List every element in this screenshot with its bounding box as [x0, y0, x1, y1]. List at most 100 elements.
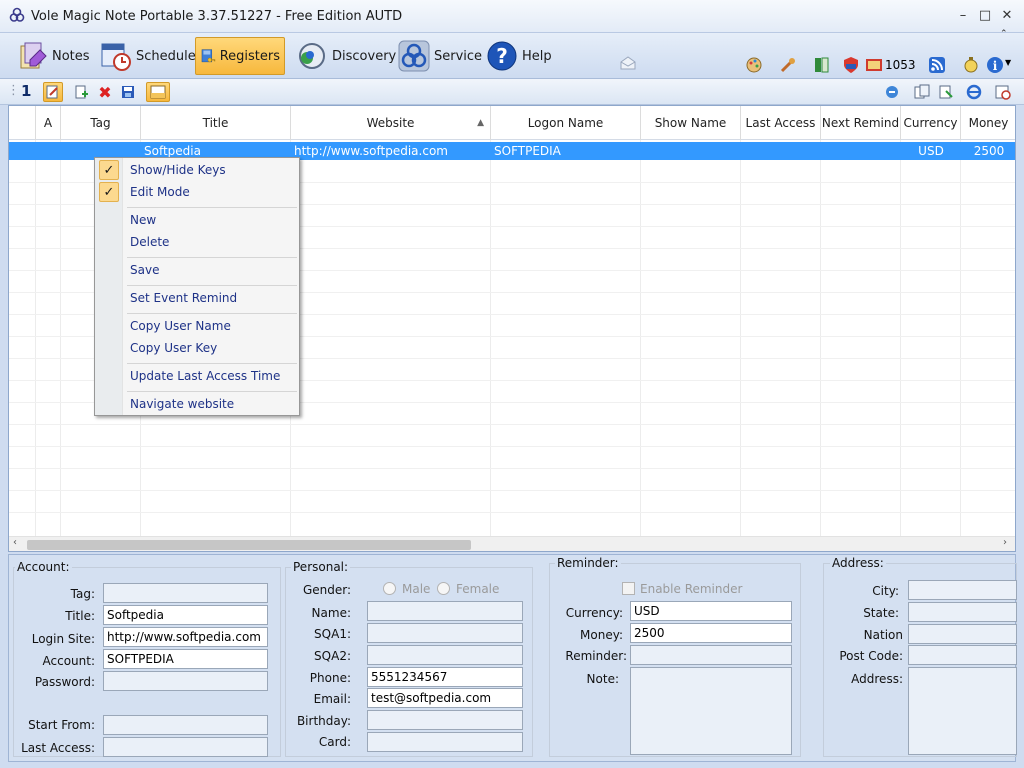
- column-header-show-name[interactable]: Show Name: [641, 106, 741, 140]
- address-label: Address:: [851, 672, 903, 686]
- close-button[interactable]: ✕: [996, 6, 1018, 26]
- sqa1-field[interactable]: [367, 623, 523, 643]
- scrollbar-thumb[interactable]: [27, 540, 471, 550]
- menu-separator: [127, 207, 297, 208]
- post-code-field[interactable]: [908, 645, 1017, 665]
- note-field[interactable]: [630, 667, 792, 755]
- sync-button[interactable]: [882, 82, 902, 102]
- column-header-a[interactable]: A: [36, 106, 61, 140]
- scroll-right-icon[interactable]: ›: [1003, 537, 1007, 548]
- svg-text:i: i: [993, 59, 998, 73]
- column-header-currency[interactable]: Currency: [901, 106, 961, 140]
- discovery-button[interactable]: Discovery: [292, 37, 400, 75]
- name-field[interactable]: [367, 601, 523, 621]
- calendar-clock-button[interactable]: [993, 82, 1013, 102]
- birthday-field[interactable]: [367, 710, 523, 730]
- menu-item-copy-user-key[interactable]: Copy User Key: [130, 338, 217, 358]
- menu-item-set-event-remind[interactable]: Set Event Remind: [130, 288, 237, 308]
- count-label: 1053: [885, 58, 916, 72]
- view-toggle-button[interactable]: [146, 82, 170, 102]
- schedule-button[interactable]: Schedule: [96, 37, 200, 75]
- account-field[interactable]: SOFTPEDIA: [103, 649, 268, 669]
- column-header-tag[interactable]: Tag: [61, 106, 141, 140]
- help-button[interactable]: ? Help: [482, 37, 556, 75]
- maximize-button[interactable]: □: [974, 6, 996, 26]
- column-header-logon-name[interactable]: Logon Name: [491, 106, 641, 140]
- delete-button[interactable]: ✖: [95, 82, 115, 102]
- palette-icon[interactable]: [745, 56, 763, 74]
- menu-separator: [127, 363, 297, 364]
- menu-item-show-hide-keys[interactable]: Show/Hide Keys: [130, 160, 226, 180]
- minimize-button[interactable]: –: [952, 6, 974, 26]
- copy-button[interactable]: [912, 82, 932, 102]
- notes-button[interactable]: Notes: [12, 37, 94, 75]
- card-field[interactable]: [367, 732, 523, 752]
- registers-button[interactable]: Registers: [195, 37, 285, 75]
- last-access-field[interactable]: [103, 737, 268, 757]
- paste-button[interactable]: [936, 82, 956, 102]
- enable-reminder-checkbox[interactable]: [622, 582, 635, 595]
- phone-field[interactable]: 5551234567: [367, 667, 523, 687]
- scroll-left-icon[interactable]: ‹: [13, 537, 17, 548]
- sqa2-field[interactable]: [367, 645, 523, 665]
- menu-separator: [127, 391, 297, 392]
- menu-item-copy-user-name[interactable]: Copy User Name: [130, 316, 231, 336]
- email-field[interactable]: test@softpedia.com: [367, 688, 523, 708]
- state-field[interactable]: [908, 602, 1017, 622]
- title-bar: Vole Magic Note Portable 3.37.51227 - Fr…: [0, 0, 1024, 33]
- book-icon[interactable]: [813, 56, 831, 74]
- column-header-money[interactable]: Money: [961, 106, 1015, 140]
- login-site-field[interactable]: http://www.softpedia.com: [103, 627, 268, 647]
- shield-64-icon[interactable]: [842, 56, 860, 74]
- info-icon[interactable]: i: [986, 56, 1004, 74]
- service-button[interactable]: Service: [394, 37, 486, 75]
- grid-line: [35, 140, 36, 536]
- menu-item-save[interactable]: Save: [130, 260, 159, 280]
- menu-separator: [127, 285, 297, 286]
- browser-button[interactable]: [964, 82, 984, 102]
- column-header-last-access[interactable]: Last Access: [741, 106, 821, 140]
- email-label: Email:: [313, 692, 351, 706]
- column-header-title[interactable]: Title: [141, 106, 291, 140]
- save-icon: [122, 86, 134, 98]
- tools-icon[interactable]: [779, 56, 797, 74]
- menu-item-update-last-access-time[interactable]: Update Last Access Time: [130, 366, 280, 386]
- notes-icon: [20, 42, 47, 69]
- menu-item-navigate-website[interactable]: Navigate website: [130, 394, 234, 414]
- cell-currency: USD: [918, 144, 944, 158]
- sqa1-label: SQA1:: [314, 627, 351, 641]
- start-from-field[interactable]: [103, 715, 268, 735]
- currency-label: Currency:: [565, 606, 623, 620]
- male-radio[interactable]: [383, 582, 396, 595]
- edit-mode-button[interactable]: [43, 82, 63, 102]
- mail-icon[interactable]: [619, 55, 637, 71]
- column-header-next-remind[interactable]: Next Remind: [821, 106, 901, 140]
- menu-item-delete[interactable]: Delete: [130, 232, 169, 252]
- name-label: Name:: [311, 606, 351, 620]
- copy-icon: [914, 84, 930, 99]
- city-field[interactable]: [908, 580, 1017, 600]
- save-button[interactable]: [118, 82, 138, 102]
- calendar-clock-icon: [995, 85, 1011, 100]
- money-field[interactable]: 2500: [630, 623, 792, 643]
- column-header-website[interactable]: Website ▲: [291, 106, 491, 140]
- reminder-field[interactable]: [630, 645, 792, 665]
- rss-icon[interactable]: [928, 56, 946, 74]
- counter-icon[interactable]: [865, 56, 883, 74]
- info-dropdown-icon[interactable]: ▼: [1005, 58, 1011, 67]
- currency-field[interactable]: USD: [630, 601, 792, 621]
- nation-field[interactable]: [908, 624, 1017, 644]
- address-field[interactable]: [908, 667, 1017, 755]
- horizontal-scrollbar[interactable]: ‹ ›: [9, 536, 1015, 551]
- svg-text:?: ?: [496, 44, 508, 68]
- password-field[interactable]: [103, 671, 268, 691]
- tag-field[interactable]: [103, 583, 268, 603]
- title-field[interactable]: Softpedia: [103, 605, 268, 625]
- ribbon-collapse-icon[interactable]: ⌃: [1000, 29, 1008, 39]
- reminder-label: Reminder:: [565, 649, 627, 663]
- menu-item-new[interactable]: New: [130, 210, 156, 230]
- timer-icon[interactable]: [962, 56, 980, 74]
- female-radio[interactable]: [437, 582, 450, 595]
- new-record-button[interactable]: [72, 82, 92, 102]
- menu-item-edit-mode[interactable]: Edit Mode: [130, 182, 190, 202]
